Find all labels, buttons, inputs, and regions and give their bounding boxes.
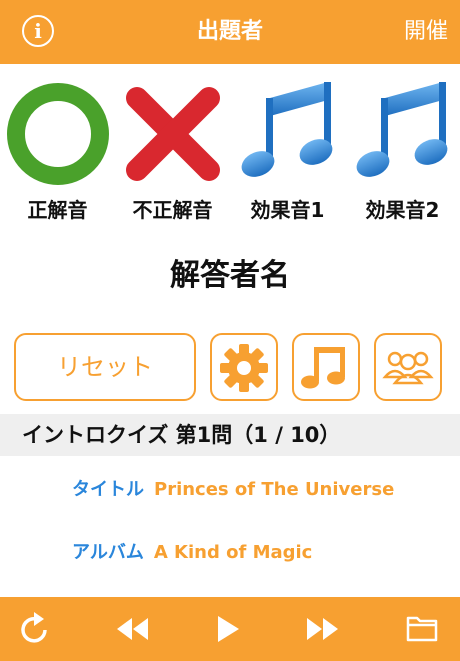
fast-forward-icon[interactable] <box>307 618 338 640</box>
page-title: 出題者 <box>196 19 263 44</box>
answerer-name: 解答者名 <box>170 258 290 293</box>
correct-sound-button[interactable]: 正解音 <box>0 76 115 226</box>
title-key: タイトル <box>72 479 144 500</box>
title-row: タイトル Princes of The Universe <box>72 475 394 501</box>
host-button[interactable]: 開催 <box>404 0 448 64</box>
wrong-sound-button[interactable]: 不正解音 <box>115 76 230 226</box>
album-key: アルバム <box>72 542 144 563</box>
sound-label: 正解音 <box>27 198 88 222</box>
rewind-icon[interactable] <box>117 618 148 640</box>
players-button[interactable] <box>374 333 442 401</box>
album-row: アルバム A Kind of Magic <box>72 538 312 564</box>
music-note-icon <box>301 347 345 389</box>
group-icon <box>382 351 434 385</box>
folder-icon[interactable] <box>406 616 438 642</box>
reset-button[interactable]: リセット <box>14 333 196 401</box>
sound-buttons: 正解音 不正解音 効果音1 効果音2 <box>0 76 460 226</box>
question-progress: イントロクイズ 第1問（1 / 10） <box>22 423 341 447</box>
effect-sound-1-button[interactable]: 効果音1 <box>230 76 345 226</box>
music-button[interactable] <box>292 333 360 401</box>
top-bar: i 出題者 開催 <box>0 0 460 64</box>
sound-label: 不正解音 <box>132 198 213 222</box>
effect-sound-2-button[interactable]: 効果音2 <box>345 76 460 226</box>
play-icon[interactable] <box>218 616 239 642</box>
gear-icon <box>220 344 268 392</box>
sound-label: 効果音2 <box>365 198 440 222</box>
title-value: Princes of The Universe <box>154 479 395 500</box>
album-value: A Kind of Magic <box>153 542 313 563</box>
music-note-icon <box>356 82 448 177</box>
music-note-icon <box>241 82 333 177</box>
control-buttons: リセット <box>0 333 460 403</box>
settings-button[interactable] <box>210 333 278 401</box>
cross-icon <box>126 87 220 181</box>
bottom-toolbar <box>0 597 460 661</box>
question-bar: イントロクイズ 第1問（1 / 10） <box>0 414 460 456</box>
refresh-icon[interactable] <box>21 612 47 643</box>
sound-label: 効果音1 <box>250 198 325 222</box>
toolbar-icons <box>21 612 438 643</box>
circle-icon <box>7 83 109 185</box>
